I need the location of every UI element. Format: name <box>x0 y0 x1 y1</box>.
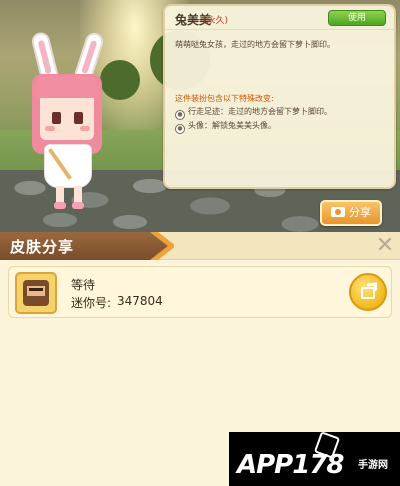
character-face <box>40 94 94 140</box>
bunny-girl-character <box>18 30 118 212</box>
character-blush <box>80 126 90 131</box>
footprint-icon: ● <box>175 110 185 120</box>
close-button[interactable]: ✕ <box>374 235 396 257</box>
watermark-subtext: 手游网 <box>358 460 388 471</box>
dialog-title: 皮肤分享 <box>10 238 75 256</box>
friend-name: 等待 <box>71 278 96 292</box>
game-scene: 兔美美 (永久) 使用 萌萌哒兔女孩，走过的地方会留下萝卜脚印。 这件装扮包含以… <box>0 0 400 232</box>
character-shoe <box>54 202 66 209</box>
watermark-text: APP178 <box>237 450 345 480</box>
mini-id-label: 迷你号: <box>71 296 112 310</box>
character-shoe <box>72 202 84 209</box>
feature-text: 行走足迹：走过的地方会留下萝卜脚印。 <box>188 107 332 116</box>
feature-text: 头像：解锁兔美美头像。 <box>188 121 276 130</box>
camera-icon <box>331 207 345 217</box>
feature-avatar: ● 头像：解锁兔美美头像。 <box>175 120 276 134</box>
avatar-eyes <box>29 288 43 291</box>
share-button[interactable]: 分享 <box>320 200 382 226</box>
feature-footprint: ● 行走足迹：走过的地方会留下萝卜脚印。 <box>175 106 332 120</box>
dialog-header: 皮肤分享 ✕ <box>0 232 400 260</box>
skin-description: 萌萌哒兔女孩，走过的地方会留下萝卜脚印。 <box>175 40 335 49</box>
character-eye <box>52 112 61 124</box>
skin-info-panel: 兔美美 (永久) 使用 萌萌哒兔女孩，走过的地方会留下萝卜脚印。 这件装扮包含以… <box>163 4 396 189</box>
avatar-icon: ● <box>175 124 185 134</box>
character-bangs <box>36 76 98 98</box>
share-label: 分享 <box>349 206 371 219</box>
mini-id-value: 347804 <box>117 294 163 308</box>
share-arrow-icon <box>366 282 378 292</box>
friend-list-item[interactable]: 等待 迷你号: 347804 <box>8 266 392 318</box>
character-eye <box>74 112 83 124</box>
send-share-button[interactable] <box>349 273 387 311</box>
avatar <box>15 272 57 314</box>
use-button[interactable]: 使用 <box>328 10 386 26</box>
skin-info-header: 兔美美 (永久) 使用 <box>165 6 394 30</box>
character-blush <box>45 126 55 131</box>
special-changes-title: 这件装扮包含以下特殊改变: <box>175 94 274 103</box>
watermark: APP178 手游网 <box>229 432 400 486</box>
skin-permanent-tag: (永久) <box>203 16 229 26</box>
